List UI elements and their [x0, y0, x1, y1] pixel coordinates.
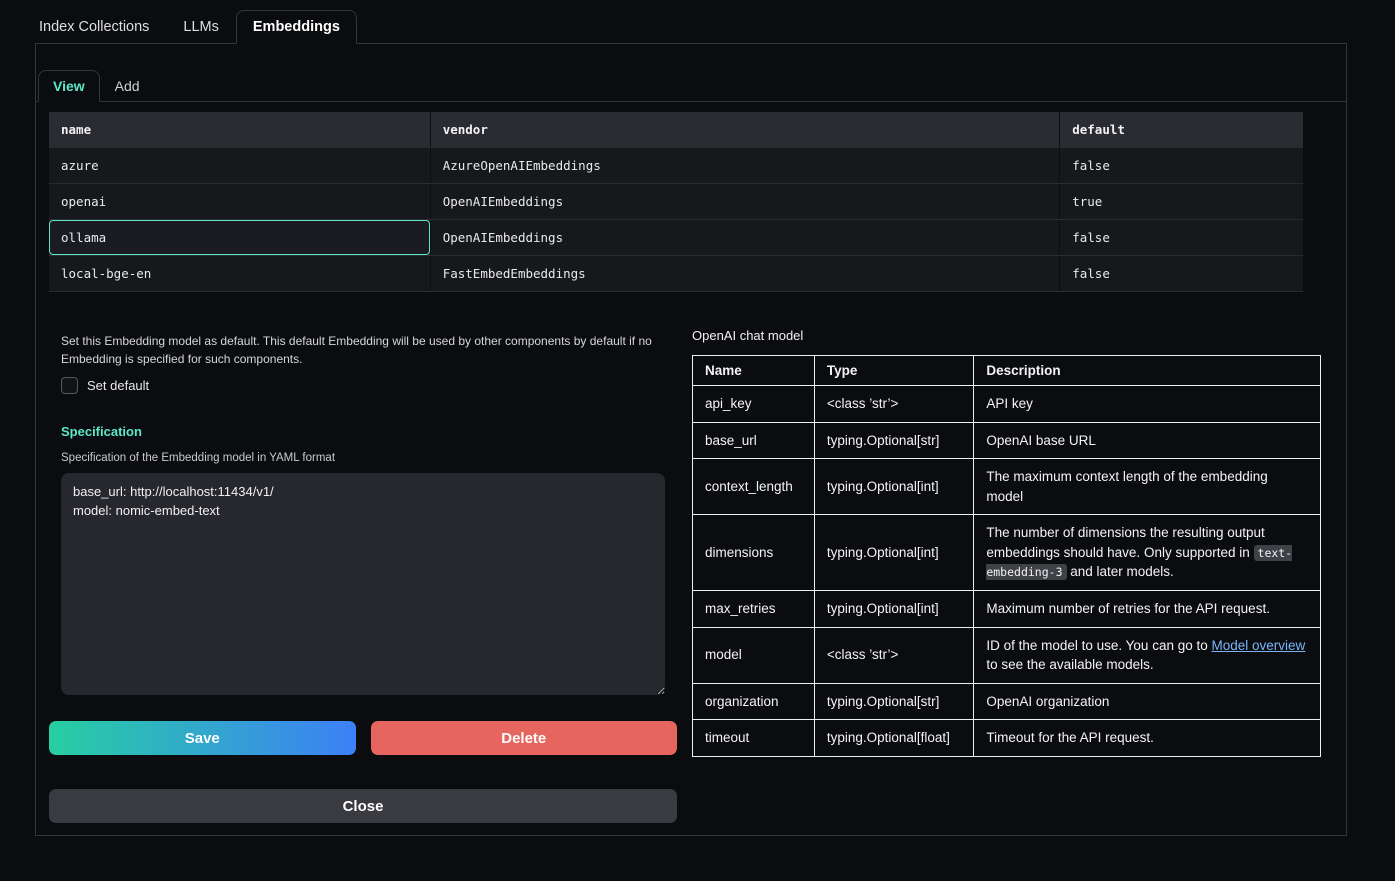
doc-cell-name: dimensions: [693, 515, 815, 591]
table-row[interactable]: openaiOpenAIEmbeddingstrue: [49, 184, 1303, 220]
text-part: The number of dimensions the resulting o…: [986, 525, 1264, 560]
doc-cell-description: OpenAI organization: [974, 683, 1321, 720]
doc-cell-description: ID of the model to use. You can go to Mo…: [974, 627, 1321, 683]
doc-cell-type: typing.Optional[int]: [814, 459, 974, 515]
table-cell: azure: [49, 148, 430, 184]
table-cell: AzureOpenAIEmbeddings: [430, 148, 1060, 184]
doc-cell-type: typing.Optional[str]: [814, 683, 974, 720]
doc-row: max_retriestyping.Optional[int] Maximum n…: [693, 590, 1321, 627]
doc-cell-description: API key: [974, 386, 1321, 423]
doc-cell-name: api_key: [693, 386, 815, 423]
doc-cell-type: typing.Optional[str]: [814, 422, 974, 459]
action-buttons: Save Delete: [49, 721, 677, 755]
table-row[interactable]: ollamaOpenAIEmbeddingsfalse: [49, 220, 1303, 256]
model-doc-panel: OpenAI chat model NameTypeDescription ap…: [692, 328, 1321, 757]
embeddings-panel: View Add namevendordefault azureAzureOpe…: [35, 43, 1347, 836]
text-part: OpenAI organization: [986, 694, 1109, 709]
doc-row: context_lengthtyping.Optional[int] The ma…: [693, 459, 1321, 515]
doc-cell-name: model: [693, 627, 815, 683]
set-default-label: Set default: [87, 378, 149, 393]
table-cell: local-bge-en: [49, 256, 430, 292]
tab-index-collections[interactable]: Index Collections: [22, 10, 166, 44]
doc-row: dimensionstyping.Optional[int] The number…: [693, 515, 1321, 591]
detail-area: Set this Embedding model as default. Thi…: [49, 328, 1321, 823]
doc-cell-description: Timeout for the API request.: [974, 720, 1321, 757]
set-default-row: Set default: [61, 377, 665, 394]
text-part: API key: [986, 396, 1033, 411]
sub-tab-bar: View Add: [36, 44, 1346, 102]
column-header-name: name: [49, 112, 430, 148]
table-cell: false: [1060, 256, 1303, 292]
doc-column-header-name: Name: [693, 356, 815, 386]
specification-caption: Specification of the Embedding model in …: [61, 452, 665, 464]
model-doc-table: NameTypeDescription api_key<class ’str’>…: [692, 355, 1321, 757]
doc-row: model<class ’str’>ID of the model to use…: [693, 627, 1321, 683]
specification-heading: Specification: [61, 424, 665, 439]
default-section: Set this Embedding model as default. Thi…: [49, 332, 677, 695]
text-part: to see the available models.: [986, 657, 1153, 672]
embeddings-table-wrap: namevendordefault azureAzureOpenAIEmbedd…: [49, 112, 1332, 292]
doc-cell-name: max_retries: [693, 590, 815, 627]
table-cell: ollama: [49, 220, 430, 256]
doc-cell-name: timeout: [693, 720, 815, 757]
table-cell: true: [1060, 184, 1303, 220]
table-cell: FastEmbedEmbeddings: [430, 256, 1060, 292]
doc-column-header-description: Description: [974, 356, 1321, 386]
table-cell: false: [1060, 148, 1303, 184]
table-row[interactable]: local-bge-enFastEmbedEmbeddingsfalse: [49, 256, 1303, 292]
table-cell: OpenAIEmbeddings: [430, 184, 1060, 220]
doc-cell-name: base_url: [693, 422, 815, 459]
set-default-checkbox[interactable]: [61, 377, 78, 394]
doc-cell-type: <class ’str’>: [814, 386, 974, 423]
table-cell: OpenAIEmbeddings: [430, 220, 1060, 256]
doc-table-header-row: NameTypeDescription: [693, 356, 1321, 386]
close-button[interactable]: Close: [49, 789, 677, 823]
text-part: Maximum number of retries for the API re…: [986, 601, 1270, 616]
table-cell: openai: [49, 184, 430, 220]
table-cell: false: [1060, 220, 1303, 256]
edit-panel: Set this Embedding model as default. Thi…: [49, 328, 677, 823]
doc-cell-description: Maximum number of retries for the API re…: [974, 590, 1321, 627]
doc-cell-type: typing.Optional[int]: [814, 590, 974, 627]
column-header-default: default: [1060, 112, 1303, 148]
tab-llms[interactable]: LLMs: [166, 10, 235, 44]
embeddings-table: namevendordefault azureAzureOpenAIEmbedd…: [49, 112, 1303, 292]
doc-row: timeouttyping.Optional[float] Timeout for…: [693, 720, 1321, 757]
page: Index Collections LLMs Embeddings View A…: [0, 0, 1395, 836]
doc-cell-type: <class ’str’>: [814, 627, 974, 683]
doc-cell-type: typing.Optional[float]: [814, 720, 974, 757]
text-part: OpenAI base URL: [986, 433, 1096, 448]
doc-table-body: api_key<class ’str’>API keybase_urltypin…: [693, 386, 1321, 757]
main-tab-bar: Index Collections LLMs Embeddings: [22, 10, 1395, 43]
embeddings-table-header-row: namevendordefault: [49, 112, 1303, 148]
text-part: ID of the model to use. You can go to: [986, 638, 1211, 653]
column-header-vendor: vendor: [430, 112, 1060, 148]
tab-embeddings[interactable]: Embeddings: [236, 10, 357, 44]
doc-cell-description: The maximum context length of the embedd…: [974, 459, 1321, 515]
embeddings-table-body: azureAzureOpenAIEmbeddingsfalseopenaiOpe…: [49, 148, 1303, 292]
doc-cell-description: The number of dimensions the resulting o…: [974, 515, 1321, 591]
doc-row: api_key<class ’str’> API key: [693, 386, 1321, 423]
doc-cell-name: organization: [693, 683, 815, 720]
doc-cell-type: typing.Optional[int]: [814, 515, 974, 591]
save-button[interactable]: Save: [49, 721, 356, 755]
delete-button[interactable]: Delete: [371, 721, 678, 755]
model-doc-title: OpenAI chat model: [692, 328, 1321, 343]
tab-view[interactable]: View: [38, 70, 100, 102]
specification-yaml-input[interactable]: base_url: http://localhost:11434/v1/ mod…: [61, 473, 665, 695]
doc-link[interactable]: Model overview: [1211, 638, 1305, 653]
text-part: The maximum context length of the embedd…: [986, 469, 1267, 504]
default-description: Set this Embedding model as default. Thi…: [61, 332, 661, 368]
doc-row: organizationtyping.Optional[str] OpenAI o…: [693, 683, 1321, 720]
text-part: and later models.: [1067, 564, 1174, 579]
doc-cell-name: context_length: [693, 459, 815, 515]
text-part: Timeout for the API request.: [986, 730, 1154, 745]
table-row[interactable]: azureAzureOpenAIEmbeddingsfalse: [49, 148, 1303, 184]
doc-row: base_urltyping.Optional[str] OpenAI base …: [693, 422, 1321, 459]
tab-add[interactable]: Add: [100, 70, 155, 102]
doc-column-header-type: Type: [814, 356, 974, 386]
doc-cell-description: OpenAI base URL: [974, 422, 1321, 459]
